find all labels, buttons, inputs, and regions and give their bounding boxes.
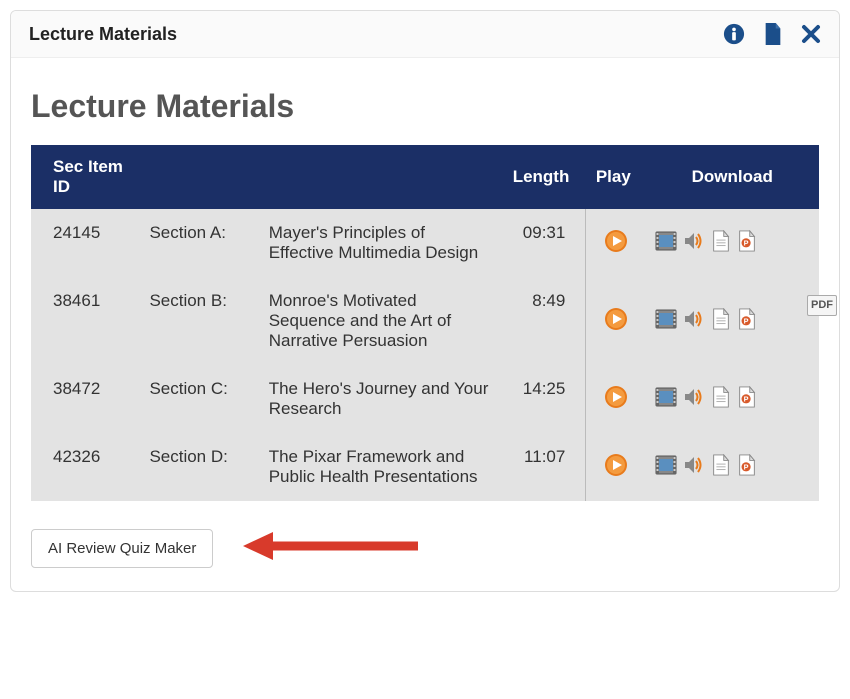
ai-quiz-maker-button[interactable]: AI Review Quiz Maker [31, 529, 213, 568]
cell-id: 38461 [31, 277, 139, 365]
panel-header: Lecture Materials [11, 11, 839, 58]
download-slides-icon[interactable]: P [737, 308, 757, 335]
download-audio-icon[interactable] [683, 454, 705, 481]
arrow-annotation-icon [243, 526, 423, 571]
cell-section: Section B: [139, 277, 258, 365]
panel-actions [723, 23, 821, 45]
col-play-header: Play [586, 145, 646, 209]
download-slides-icon[interactable]: P [737, 454, 757, 481]
play-icon[interactable] [604, 316, 628, 335]
document-icon[interactable] [763, 23, 783, 45]
cell-id: 42326 [31, 433, 139, 501]
cell-section: Section D: [139, 433, 258, 501]
cell-id: 24145 [31, 209, 139, 277]
page-heading: Lecture Materials [31, 88, 819, 125]
cell-id: 38472 [31, 365, 139, 433]
col-length-header: Length [503, 145, 586, 209]
cell-section: Section A: [139, 209, 258, 277]
materials-table-wrap: Sec Item ID Length Play Download 24145Se… [31, 145, 819, 501]
cell-length: 8:49 [503, 277, 586, 365]
svg-text:P: P [744, 394, 749, 403]
cell-title: The Pixar Framework and Public Health Pr… [259, 433, 503, 501]
download-audio-icon[interactable] [683, 230, 705, 257]
svg-text:P: P [744, 238, 749, 247]
materials-table: Sec Item ID Length Play Download 24145Se… [31, 145, 819, 501]
download-video-icon[interactable] [655, 230, 677, 257]
cell-length: 11:07 [503, 433, 586, 501]
download-document-icon[interactable] [711, 454, 731, 481]
table-row: 24145Section A:Mayer's Principles of Eff… [31, 209, 819, 277]
cell-length: 14:25 [503, 365, 586, 433]
table-row: 38461Section B:Monroe's Motivated Sequen… [31, 277, 819, 365]
pdf-badge[interactable]: PDF [807, 295, 837, 316]
lecture-materials-panel: Lecture Materials Lecture Materials Sec … [10, 10, 840, 592]
download-video-icon[interactable] [655, 308, 677, 335]
download-slides-icon[interactable]: P [737, 386, 757, 413]
download-document-icon[interactable] [711, 308, 731, 335]
panel-title: Lecture Materials [29, 24, 723, 45]
play-icon[interactable] [604, 462, 628, 481]
play-icon[interactable] [604, 394, 628, 413]
col-id-header: Sec Item ID [31, 145, 139, 209]
footer-row: AI Review Quiz Maker [31, 526, 819, 571]
download-document-icon[interactable] [711, 386, 731, 413]
download-video-icon[interactable] [655, 386, 677, 413]
download-audio-icon[interactable] [683, 386, 705, 413]
cell-title: Monroe's Motivated Sequence and the Art … [259, 277, 503, 365]
cell-title: The Hero's Journey and Your Research [259, 365, 503, 433]
download-document-icon[interactable] [711, 230, 731, 257]
download-slides-icon[interactable]: P [737, 230, 757, 257]
col-download-header: Download [645, 145, 819, 209]
panel-body: Lecture Materials Sec Item ID Length Pla… [11, 58, 839, 591]
play-icon[interactable] [604, 238, 628, 257]
cell-length: 09:31 [503, 209, 586, 277]
svg-text:P: P [744, 462, 749, 471]
cell-title: Mayer's Principles of Effective Multimed… [259, 209, 503, 277]
download-audio-icon[interactable] [683, 308, 705, 335]
table-row: 38472Section C:The Hero's Journey and Yo… [31, 365, 819, 433]
table-row: 42326Section D:The Pixar Framework and P… [31, 433, 819, 501]
download-video-icon[interactable] [655, 454, 677, 481]
cell-section: Section C: [139, 365, 258, 433]
close-icon[interactable] [801, 24, 821, 44]
col-title-header [259, 145, 503, 209]
col-section-header [139, 145, 258, 209]
svg-text:P: P [744, 316, 749, 325]
info-icon[interactable] [723, 23, 745, 45]
